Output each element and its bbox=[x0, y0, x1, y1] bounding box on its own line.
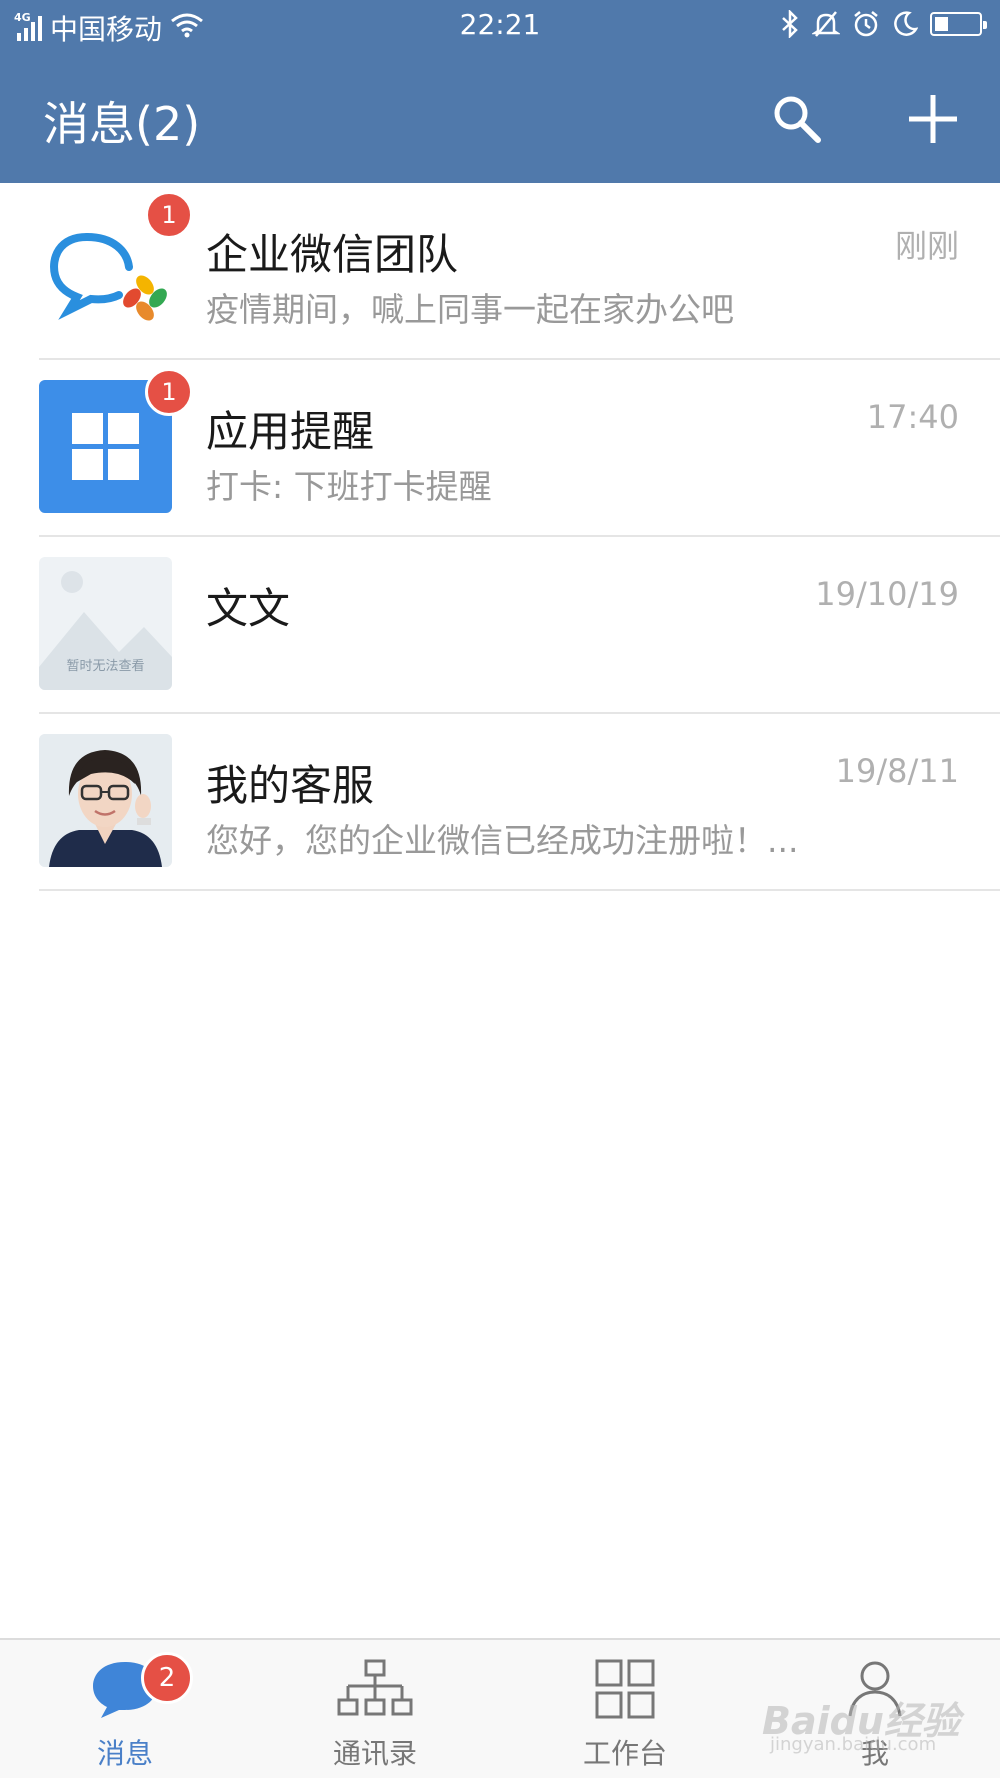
status-bar: 4G 中国移动 22:21 bbox=[0, 0, 1000, 54]
search-button[interactable] bbox=[762, 84, 832, 154]
search-icon bbox=[774, 96, 821, 143]
conversation-item[interactable]: 1 应用提醒 打卡: 下班打卡提醒 17:40 bbox=[39, 360, 1000, 537]
conversation-name: 应用提醒 bbox=[206, 407, 375, 456]
bluetooth-icon bbox=[780, 10, 800, 38]
image-unavailable-text: 暂时无法查看 bbox=[66, 659, 145, 674]
tab-messages[interactable]: 消息 2 bbox=[0, 1640, 250, 1778]
conversation-item[interactable]: 1 企业微信团队 疫情期间，喊上同事一起在家办公吧 刚刚 bbox=[39, 183, 1000, 360]
unread-badge: 2 bbox=[141, 1652, 193, 1704]
moon-icon bbox=[892, 10, 918, 38]
watermark-url: jingyan.baidu.com bbox=[770, 1734, 937, 1755]
conversation-name: 文文 bbox=[206, 584, 291, 633]
person-photo-avatar bbox=[39, 734, 172, 867]
tab-workbench[interactable]: 工作台 bbox=[500, 1640, 750, 1778]
tab-contacts[interactable]: 通讯录 bbox=[250, 1640, 500, 1778]
page-title: 消息(2) bbox=[43, 97, 201, 151]
battery-level bbox=[935, 17, 948, 31]
add-button[interactable] bbox=[898, 84, 968, 154]
bell-muted-icon bbox=[812, 10, 840, 38]
unread-badge: 1 bbox=[145, 191, 193, 239]
grid-icon bbox=[585, 1654, 665, 1724]
status-right bbox=[780, 10, 987, 38]
alarm-icon bbox=[852, 10, 880, 38]
conversation-name: 我的客服 bbox=[206, 761, 375, 810]
conversation-preview: 您好，您的企业微信已经成功注册啦！... bbox=[206, 821, 799, 860]
app-header: 消息(2) bbox=[0, 54, 1000, 183]
battery-icon bbox=[930, 12, 987, 36]
conversation-time: 19/10/19 bbox=[815, 575, 959, 613]
tab-label: 通讯录 bbox=[332, 1737, 417, 1770]
conversation-time: 17:40 bbox=[866, 398, 959, 436]
conversation-time: 刚刚 bbox=[894, 227, 959, 265]
plus-icon bbox=[909, 95, 957, 143]
conversation-item[interactable]: 我的客服 您好，您的企业微信已经成功注册啦！... 19/8/11 bbox=[39, 714, 1000, 891]
message-list: 1 企业微信团队 疫情期间，喊上同事一起在家办公吧 刚刚 1 应用提醒 打卡: … bbox=[0, 183, 1000, 891]
conversation-item[interactable]: 暂时无法查看 文文 19/10/19 bbox=[39, 537, 1000, 714]
tab-label: 工作台 bbox=[582, 1737, 667, 1770]
conversation-preview: 疫情期间，喊上同事一起在家办公吧 bbox=[206, 290, 734, 329]
unread-badge: 1 bbox=[145, 368, 193, 416]
placeholder-image-avatar: 暂时无法查看 bbox=[39, 557, 172, 690]
conversation-name: 企业微信团队 bbox=[206, 230, 459, 279]
conversation-preview: 打卡: 下班打卡提醒 bbox=[206, 467, 492, 506]
org-chart-icon bbox=[335, 1654, 415, 1724]
conversation-time: 19/8/11 bbox=[835, 752, 959, 790]
tab-label: 消息 bbox=[96, 1737, 153, 1770]
